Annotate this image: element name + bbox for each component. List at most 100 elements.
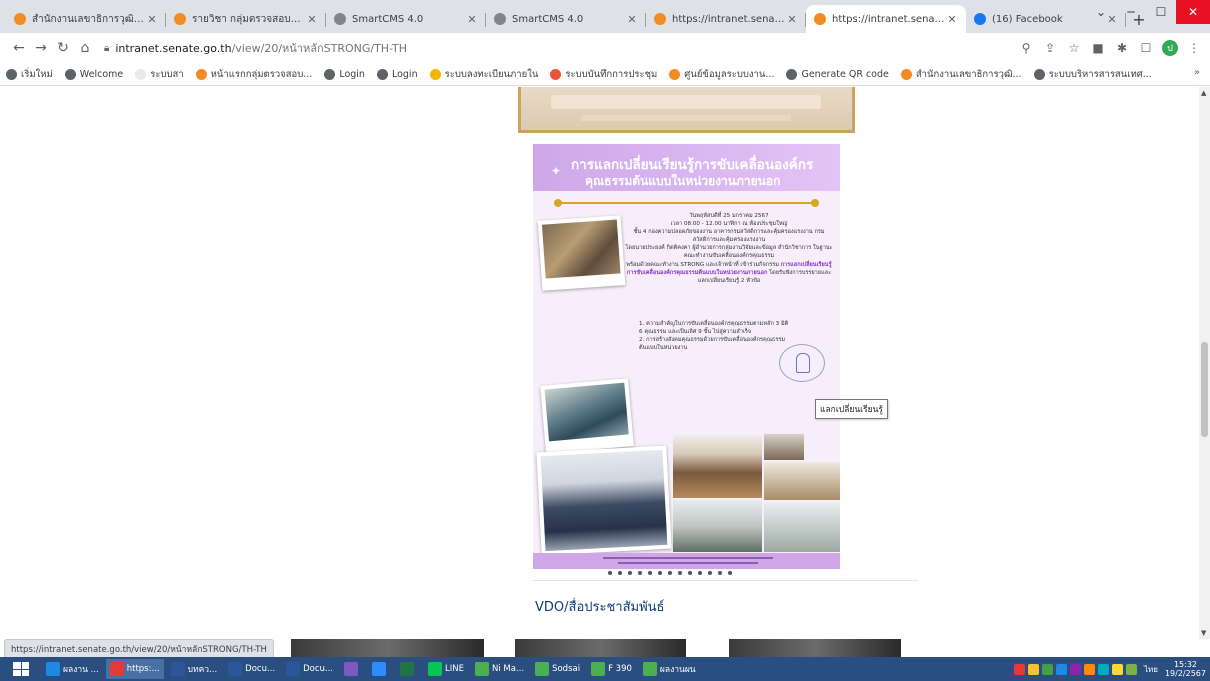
tray-app-icon[interactable] — [1097, 663, 1109, 675]
tab-close-icon[interactable]: ✕ — [466, 13, 478, 26]
scrollbar-thumb[interactable] — [1201, 342, 1208, 437]
carousel-dot[interactable] — [658, 571, 662, 575]
bookmark-item[interactable]: เริ่มใหม่ — [6, 67, 53, 82]
taskbar-button[interactable] — [340, 659, 365, 679]
tray-app-icon[interactable] — [1111, 663, 1123, 675]
address-bar[interactable]: 🔒︎ intranet.senate.go.th/view/20/หน้าหลั… — [104, 37, 1010, 59]
video-thumbnail-3[interactable] — [729, 639, 901, 657]
extension-icon[interactable]: ■ — [1090, 40, 1106, 56]
taskbar-button[interactable] — [368, 659, 393, 679]
tray-app-icon[interactable] — [1125, 663, 1137, 675]
bookmark-item[interactable]: Login — [376, 68, 418, 80]
carousel-dot[interactable] — [608, 571, 612, 575]
browser-tab[interactable]: SmartCMS 4.0 ✕ — [326, 5, 486, 33]
tab-close-icon[interactable]: ✕ — [626, 13, 638, 26]
close-window-button[interactable]: ✕ — [1176, 0, 1210, 24]
taskbar-button[interactable]: https:... — [105, 659, 164, 679]
bookmark-item[interactable]: สำนักงานเลขาธิการวุฒิ... — [900, 67, 1022, 82]
reload-icon[interactable]: ↻ — [52, 37, 74, 59]
bookmark-favicon-icon — [900, 68, 912, 80]
scroll-up-icon[interactable]: ▲ — [1201, 89, 1206, 97]
tab-close-icon[interactable]: ✕ — [786, 13, 798, 26]
bookmark-item[interactable]: ระบบบันทึกการประชุม — [550, 67, 657, 82]
tray-app-icon[interactable] — [1027, 663, 1039, 675]
taskbar-button[interactable]: LINE — [424, 659, 468, 679]
bookmark-item[interactable]: Welcome — [64, 68, 123, 80]
carousel-dot[interactable] — [708, 571, 712, 575]
taskbar-button[interactable]: ผลงานผน — [639, 659, 700, 679]
minimize-button[interactable]: ─ — [1116, 0, 1146, 24]
carousel-dot[interactable] — [728, 571, 732, 575]
taskbar-button[interactable]: Ni Ma... — [471, 659, 528, 679]
tab-close-icon[interactable]: ✕ — [946, 13, 958, 26]
news-poster[interactable]: ✦ การแลกเปลี่ยนเรียนรู้การขับเคลื่อนองค์… — [533, 144, 840, 569]
browser-tab[interactable]: SmartCMS 4.0 ✕ — [486, 5, 646, 33]
tab-close-icon[interactable]: ✕ — [146, 13, 158, 26]
tray-app-icon[interactable] — [1041, 663, 1053, 675]
zoom-icon — [372, 662, 387, 676]
carousel-dot[interactable] — [668, 571, 672, 575]
tray-app-icon[interactable] — [1013, 663, 1025, 675]
tab-favicon-icon — [814, 13, 826, 25]
bookmark-item[interactable]: ระบบสา — [135, 67, 184, 82]
taskbar-button-label: Docu... — [303, 664, 334, 674]
taskbar-button[interactable]: F 390 — [587, 659, 636, 679]
share-icon[interactable]: ⇪ — [1042, 40, 1058, 56]
carousel-dot[interactable] — [638, 571, 642, 575]
home-icon[interactable]: ⌂ — [74, 37, 96, 59]
scroll-down-icon[interactable]: ▼ — [1201, 629, 1206, 637]
menu-icon[interactable]: ⋮ — [1186, 40, 1202, 56]
taskbar-clock[interactable]: 15:32 19/2/2567 — [1165, 660, 1206, 678]
bookmark-item[interactable]: หน้าแรกกลุ่มตรวจสอบ... — [195, 67, 312, 82]
group-icon — [642, 662, 657, 676]
puzzle-icon[interactable]: ✱ — [1114, 40, 1130, 56]
browser-tab[interactable]: สำนักงานเลขาธิการวุฒิสภา ✕ — [6, 5, 166, 33]
tray-app-icon[interactable] — [1055, 663, 1067, 675]
taskbar-button[interactable]: Docu... — [282, 659, 337, 679]
carousel-dot[interactable] — [678, 571, 682, 575]
taskbar-button[interactable]: Docu... — [224, 659, 279, 679]
bookmark-item[interactable]: ระบบลงทะเบียนภายใน — [429, 67, 538, 82]
chrome-icon — [109, 662, 124, 676]
start-button[interactable] — [0, 657, 42, 681]
tray-app-icon[interactable] — [1083, 663, 1095, 675]
bookmarks-overflow-icon[interactable]: » — [1194, 67, 1200, 78]
sidepanel-icon[interactable]: ☐ — [1138, 40, 1154, 56]
carousel-dot[interactable] — [688, 571, 692, 575]
carousel-dot[interactable] — [648, 571, 652, 575]
bookmark-item[interactable]: Login — [324, 68, 365, 80]
browser-tab[interactable]: https://intranet.senate.go...✕ — [646, 5, 806, 33]
tab-title: รายวิชา กลุ่มตรวจสอบการ... — [192, 13, 306, 25]
taskbar-button[interactable]: บทคว... — [167, 659, 222, 679]
bookmark-item[interactable]: ระบบบริหารสารสนเทศ... — [1033, 67, 1152, 82]
carousel-dot[interactable] — [618, 571, 622, 575]
poster-photo-meeting-2 — [673, 500, 762, 552]
tab-title: SmartCMS 4.0 — [512, 13, 584, 25]
carousel-dot[interactable] — [718, 571, 722, 575]
tray-app-icon[interactable] — [1069, 663, 1081, 675]
video-thumbnail-2[interactable] — [515, 639, 686, 657]
browser-tab[interactable]: รายวิชา กลุ่มตรวจสอบการ... ✕ — [166, 5, 326, 33]
zoom-icon[interactable]: ⚲ — [1018, 40, 1034, 56]
page-scrollbar[interactable]: ▲ ▼ — [1199, 87, 1210, 639]
forward-icon[interactable]: → — [30, 37, 52, 59]
word-icon — [286, 662, 301, 676]
carousel-dot[interactable] — [628, 571, 632, 575]
back-icon[interactable]: ← — [8, 37, 30, 59]
carousel-dot[interactable] — [698, 571, 702, 575]
maximize-button[interactable]: ☐ — [1146, 0, 1176, 24]
taskbar-button[interactable]: ผลงาน ... — [42, 659, 103, 679]
taskbar-button[interactable] — [396, 659, 421, 679]
bookmark-item[interactable]: Generate QR code — [786, 68, 889, 80]
taskbar-button[interactable]: Sodsai — [531, 659, 584, 679]
bookmark-star-icon[interactable]: ☆ — [1066, 40, 1082, 56]
tab-close-icon[interactable]: ✕ — [306, 13, 318, 26]
system-tray: ไทย 15:32 19/2/2567 — [1013, 657, 1206, 681]
bookmark-item[interactable]: ศูนย์ข้อมูลระบบงาน... — [669, 67, 774, 82]
tab-search-icon[interactable]: ⌄ — [1086, 0, 1116, 24]
browser-tab[interactable]: https://intranet.senate.g ✕ — [806, 5, 966, 33]
profile-avatar[interactable]: ป — [1162, 40, 1178, 56]
bookmark-label: Login — [391, 68, 418, 80]
video-thumbnail-1[interactable] — [291, 639, 484, 657]
input-language-indicator[interactable]: ไทย — [1144, 663, 1158, 676]
